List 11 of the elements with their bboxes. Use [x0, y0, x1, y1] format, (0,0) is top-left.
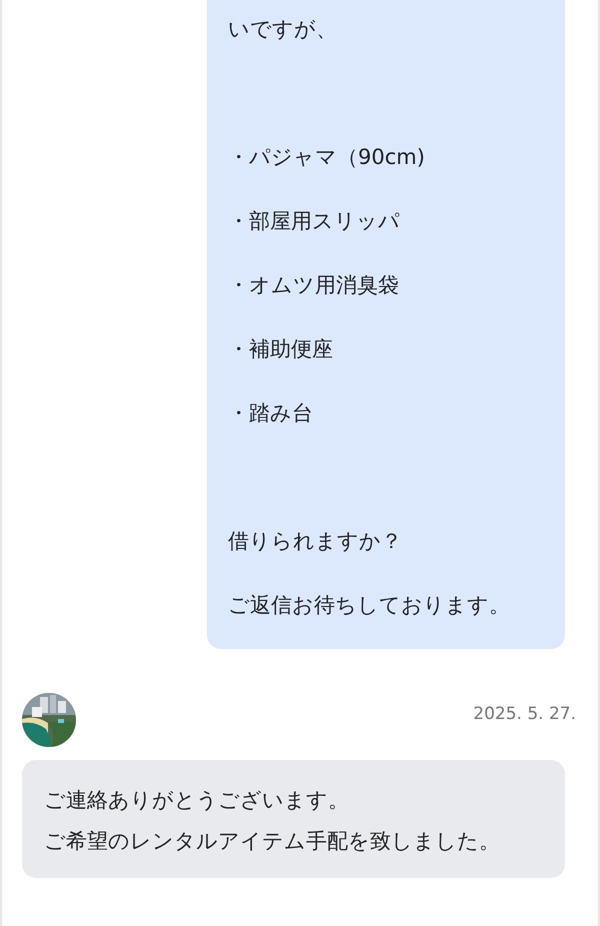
- message-text: ・オムツ用消臭袋: [228, 272, 399, 300]
- message-date: 2025. 5. 27.: [473, 703, 576, 726]
- message-text: ご連絡ありがとうございます。: [44, 787, 350, 814]
- message-text: ご返信お待ちしております。: [228, 592, 510, 620]
- message-text: ご希望のレンタルアイテム手配を致しました。: [44, 828, 501, 855]
- message-text: ・補助便座: [228, 336, 333, 364]
- message-text: ・部屋用スリッパ: [228, 208, 400, 236]
- message-text: 借りられますか？: [228, 528, 402, 556]
- message-text: ・踏み台: [228, 400, 313, 428]
- message-text: いですが、: [228, 16, 337, 44]
- message-text: ・パジャマ（90cm): [228, 144, 425, 172]
